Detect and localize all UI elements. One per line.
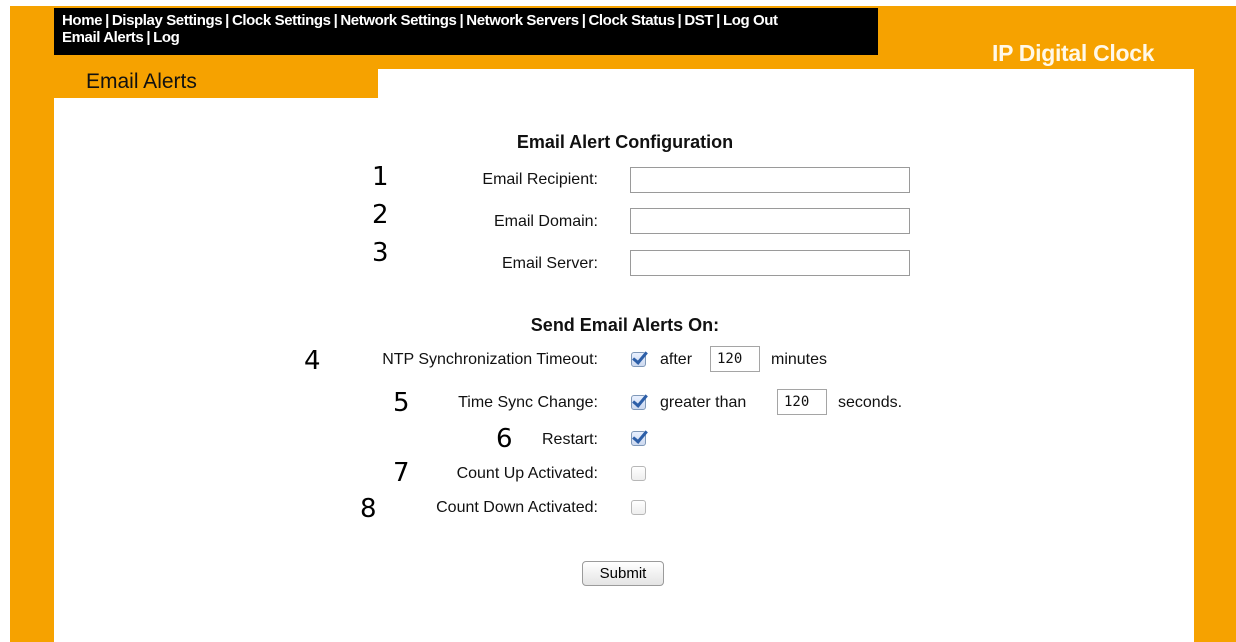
email-domain-input[interactable] [630,208,910,234]
nav-network-servers[interactable]: Network Servers [466,12,579,29]
alerts-heading: Send Email Alerts On: [530,315,720,335]
brand-title: IP Digital Clock [992,40,1155,66]
top-nav: Home | Display Settings | Clock Settings | Net… [54,8,878,55]
nav-clock-status[interactable]: Clock Status [588,12,674,29]
ntp-after-text: after [660,351,693,368]
time-sync-change-checkbox[interactable] [631,395,646,410]
section-title: Email Alerts [86,70,197,93]
restart-label: Restart: [541,431,598,448]
sync-greater-than-text: greater than [660,394,747,411]
sync-seconds-unit: seconds. [838,394,903,411]
email-server-input[interactable] [630,250,910,276]
count-up-label: Count Up Activated: [456,465,598,482]
email-recipient-label: Email Recipient: [482,171,598,188]
nav-home[interactable]: Home [62,12,102,29]
ntp-minutes-input[interactable]: 120 [710,346,760,372]
restart-checkbox[interactable] [631,431,646,446]
ntp-timeout-checkbox[interactable] [631,352,646,367]
count-up-checkbox[interactable] [631,466,646,481]
ntp-minutes-unit: minutes [771,351,828,368]
submit-button[interactable]: Submit [582,561,664,586]
email-server-label: Email Server: [501,255,598,272]
panel-tab [378,69,1194,100]
config-heading: Email Alert Configuration [516,132,734,152]
nav-display-settings[interactable]: Display Settings [112,12,223,29]
time-sync-change-label: Time Sync Change: [458,394,598,411]
nav-log[interactable]: Log [153,29,180,46]
nav-clock-settings[interactable]: Clock Settings [232,12,331,29]
nav-dst[interactable]: DST [684,12,713,29]
count-down-label: Count Down Activated: [436,499,598,516]
ntp-timeout-label: NTP Synchronization Timeout: [382,351,598,368]
email-recipient-input[interactable] [630,167,910,193]
nav-log-out[interactable]: Log Out [723,12,778,29]
nav-email-alerts[interactable]: Email Alerts [62,29,144,46]
sync-seconds-input[interactable]: 120 [777,389,827,415]
nav-network-settings[interactable]: Network Settings [340,12,457,29]
count-down-checkbox[interactable] [631,500,646,515]
email-domain-label: Email Domain: [493,213,598,230]
